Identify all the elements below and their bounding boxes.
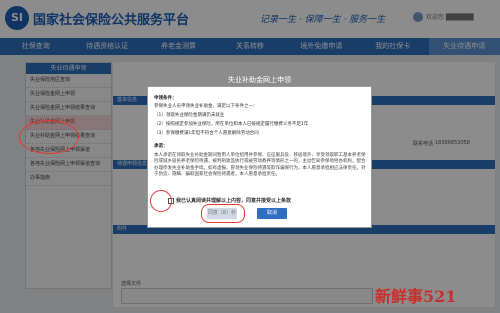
condition-2: （2）按照规定参加失业保险，所在单位和本人已按规定履行缴费义务不足1年 <box>154 122 309 127</box>
conditions-heading: 申领条件： <box>154 96 177 101</box>
cancel-button[interactable]: 取消 <box>257 208 287 219</box>
agree-checkbox-row[interactable]: 我已认真阅读并理解以上内容，同意并接受以上条款 <box>168 197 291 204</box>
subsidy-dialog: 失业补助金网上申领 申领条件： 参保失业人员申领失业补助金，满足以下条件之一： … <box>147 76 372 228</box>
agree-button-highlight-ring <box>201 204 245 223</box>
agree-checkbox-label: 我已认真阅读并理解以上内容，同意并接受以上条款 <box>176 198 292 204</box>
commitment-text: 本人承诺在领取失业补助金期间暂用人单位招用并参保、应征服兵役、移居境外、享受领取… <box>154 153 366 178</box>
checkbox-highlight-ring <box>150 190 172 212</box>
dialog-title: 失业补助金网上申领 <box>228 76 291 84</box>
commitment-heading: 承诺： <box>154 144 168 149</box>
sidebar-highlight-ring <box>19 120 79 154</box>
watermark: 新鲜事521 <box>375 287 457 306</box>
conditions-intro: 参保失业人员申领失业补助金，满足以下条件之一： <box>154 104 258 109</box>
condition-3: （3）参保缴费满1年但不符合个人愿意解除劳动合同 <box>154 131 259 136</box>
condition-1: （1）领取失业保险金期满仍未就业 <box>154 113 225 118</box>
